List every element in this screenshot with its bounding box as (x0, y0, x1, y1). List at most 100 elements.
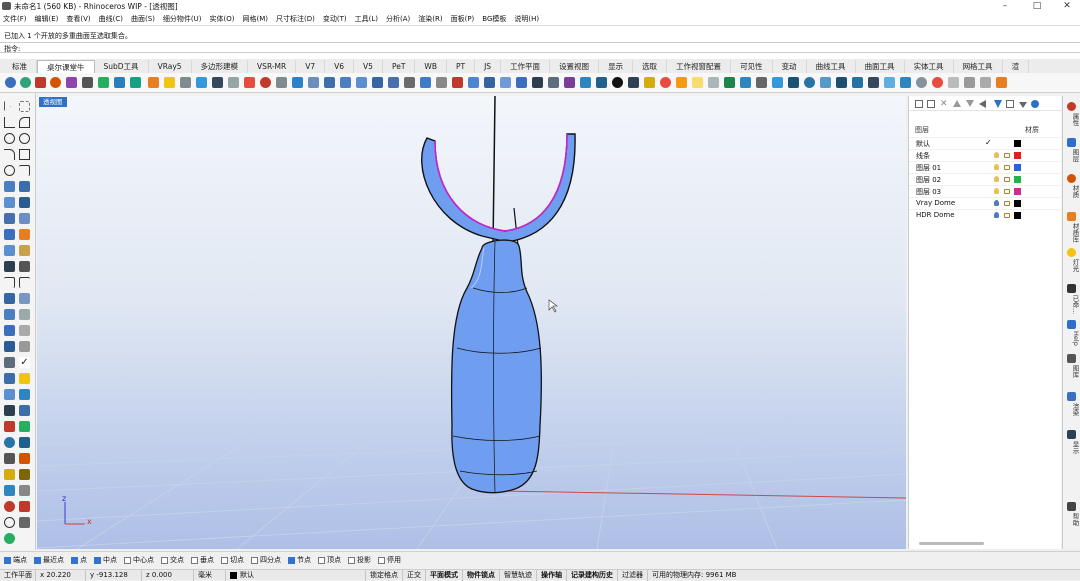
move-tool-icon[interactable] (276, 77, 287, 88)
circle-icon[interactable] (4, 133, 15, 144)
osnap-mid[interactable]: 中点 (94, 555, 117, 565)
grid-tool-icon[interactable] (196, 77, 207, 88)
perspective-viewport[interactable]: z x 透视图 (37, 96, 906, 549)
network-icon[interactable] (114, 77, 125, 88)
menu-analyze[interactable]: 分析(A) (386, 14, 410, 24)
tab-pt[interactable]: PT (447, 60, 476, 73)
osnap-point[interactable]: 点 (71, 555, 87, 565)
boolean-tool-icon[interactable] (516, 77, 527, 88)
chamfer-tool-icon[interactable] (484, 77, 495, 88)
analyze-tool-icon[interactable] (740, 77, 751, 88)
ruler-icon[interactable] (19, 309, 30, 320)
dot-tool-icon[interactable] (612, 77, 623, 88)
pencil-icon[interactable] (164, 77, 175, 88)
named-views-icon[interactable] (1067, 284, 1076, 293)
mesh-ball-icon[interactable] (948, 77, 959, 88)
node-edit-icon[interactable] (4, 309, 15, 320)
join-icon[interactable] (4, 293, 15, 304)
tab-vray5[interactable]: VRay5 (149, 60, 192, 73)
rectangle-icon[interactable] (19, 149, 30, 160)
cube-icon[interactable] (4, 325, 15, 336)
plugin-tool-icon[interactable] (996, 77, 1007, 88)
osnap-perp[interactable]: 垂点 (191, 555, 214, 565)
lock-icon[interactable] (1004, 201, 1010, 206)
layer-color-swatch[interactable] (1014, 212, 1021, 219)
layer-row-02[interactable]: 图层 02 (909, 173, 1062, 185)
checkbox-icon[interactable] (251, 556, 258, 564)
help-icon[interactable] (1031, 100, 1039, 108)
circle-center-icon[interactable] (4, 165, 15, 176)
lock-icon[interactable] (1004, 165, 1010, 170)
menu-curve[interactable]: 曲线(C) (99, 14, 123, 24)
tab-display[interactable]: 显示 (599, 60, 634, 73)
cylinder-tool-icon[interactable] (292, 77, 303, 88)
plugin-leaf-icon[interactable] (4, 533, 15, 544)
mail-icon[interactable] (19, 501, 30, 512)
pattern-icon[interactable] (19, 341, 30, 352)
smarttrack-toggle[interactable]: 智慧轨迹 (500, 569, 537, 581)
rhino-logo-icon[interactable] (5, 77, 16, 88)
gumball-toggle[interactable]: 操作轴 (537, 569, 567, 581)
pipe-tool-icon[interactable] (324, 77, 335, 88)
osnap-end[interactable]: 端点 (4, 555, 27, 565)
menu-surface[interactable]: 曲面(S) (131, 14, 155, 24)
light-icon[interactable] (1067, 248, 1076, 257)
frame-tool-icon[interactable] (836, 77, 847, 88)
lock-icon[interactable] (1004, 213, 1010, 218)
move-down-icon[interactable] (966, 100, 974, 107)
eyedropper-icon[interactable] (19, 517, 30, 528)
array-tool-icon[interactable] (532, 77, 543, 88)
tab-display[interactable]: 显示 (1064, 441, 1080, 454)
checkbox-icon[interactable] (221, 556, 228, 564)
layer-row-lines[interactable]: 线条 (909, 149, 1062, 161)
lock-icon[interactable] (1004, 189, 1010, 194)
tab-wb[interactable]: WB (415, 60, 447, 73)
array-icon[interactable] (19, 453, 30, 464)
horizontal-scrollbar[interactable] (919, 542, 984, 545)
snap-tool-icon[interactable] (244, 77, 255, 88)
cross-tool-icon[interactable] (19, 485, 30, 496)
tab-zhuoer[interactable]: 桌尔课堂牛 (37, 60, 95, 73)
tab-help-en[interactable]: Help (1064, 331, 1080, 346)
join-tool-icon[interactable] (436, 77, 447, 88)
light-bulb-icon[interactable] (994, 188, 999, 194)
help-icon[interactable] (1067, 320, 1076, 329)
menu-view[interactable]: 查看(V) (66, 14, 90, 24)
checkmark-icon[interactable]: ✓ (19, 357, 30, 368)
tab-mesh-tools[interactable]: 网格工具 (954, 60, 1003, 73)
ball-tool-icon[interactable] (916, 77, 927, 88)
layers-icon[interactable] (1067, 138, 1076, 147)
command-input[interactable] (22, 44, 1072, 52)
arc-icon[interactable] (4, 149, 15, 160)
layer-tools-icon[interactable] (1006, 100, 1014, 108)
puzzle-icon[interactable] (4, 229, 15, 240)
polyline-icon[interactable] (4, 117, 15, 128)
orient-tool-icon[interactable] (596, 77, 607, 88)
checkbox-icon[interactable] (348, 556, 355, 564)
split-curve-icon[interactable] (19, 277, 30, 288)
tab-pet[interactable]: PeT (383, 60, 416, 73)
menu-bg-template[interactable]: BG模板 (482, 14, 506, 24)
ellipse-icon[interactable] (19, 133, 30, 144)
layer-color-swatch[interactable] (1014, 188, 1021, 195)
box-red-icon[interactable] (35, 77, 46, 88)
osnap-project[interactable]: 投影 (348, 555, 371, 565)
tab-v7[interactable]: V7 (296, 60, 326, 73)
osnap-tan[interactable]: 切点 (221, 555, 244, 565)
text-icon[interactable] (19, 469, 30, 480)
tab-properties[interactable]: 属性 (1064, 113, 1080, 126)
loft-tool-icon[interactable] (340, 77, 351, 88)
dropdown-chevron-icon[interactable] (1019, 102, 1027, 108)
osnap-toggle[interactable]: 物件锁点 (463, 569, 500, 581)
screen-tool-icon[interactable] (884, 77, 895, 88)
checkbox-icon[interactable] (94, 556, 101, 564)
trim-curve-icon[interactable] (4, 277, 15, 288)
dots-tool-icon[interactable] (964, 77, 975, 88)
dimension-tool-icon[interactable] (708, 77, 719, 88)
osnap-disable[interactable]: 停用 (378, 555, 401, 565)
highlight-tool-icon[interactable] (676, 77, 687, 88)
sphere-orange-icon[interactable] (50, 77, 61, 88)
render-icon[interactable] (98, 77, 109, 88)
target-icon[interactable] (4, 501, 15, 512)
tab-transform[interactable]: 变动 (773, 60, 807, 73)
